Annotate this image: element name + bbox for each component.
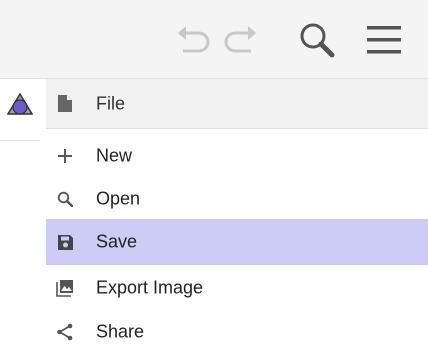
main-menu-button[interactable] [360,18,408,62]
share-icon [56,323,74,341]
file-icon [56,95,74,113]
undo-icon [178,26,210,53]
image-icon [56,279,74,297]
search-button[interactable] [293,18,341,62]
redo-icon [224,26,256,53]
file-menu: File New Open Save Export Image Share [46,79,428,359]
tool-divider [0,140,40,141]
geometry-tool-icon [6,92,34,115]
menu-item-label: New [96,145,133,166]
plus-icon [56,147,74,165]
menu-item-share[interactable]: Share [46,309,428,355]
menu-item-label: Open [96,188,141,209]
search-icon [300,23,335,58]
menu-item-export-image[interactable]: Export Image [46,265,428,311]
menu-item-open[interactable]: Open [46,176,428,222]
redo-button[interactable] [220,18,262,62]
hamburger-menu-icon [367,26,401,54]
menu-header-label: File [96,93,126,113]
menu-item-new[interactable]: New [46,133,428,179]
menu-header-file[interactable]: File [46,79,428,129]
app-window: File New Open Save Export Image Share [0,0,428,359]
menu-item-label: Export Image [96,277,204,298]
search-icon [56,190,74,208]
tool-strip [0,79,46,359]
save-icon [56,233,74,251]
menu-item-label: Save [96,231,138,252]
top-toolbar [0,0,428,79]
menu-item-save[interactable]: Save [46,219,428,265]
undo-button[interactable] [172,18,214,62]
geometry-tool-button[interactable] [6,92,34,116]
menu-item-label: Share [96,321,145,342]
